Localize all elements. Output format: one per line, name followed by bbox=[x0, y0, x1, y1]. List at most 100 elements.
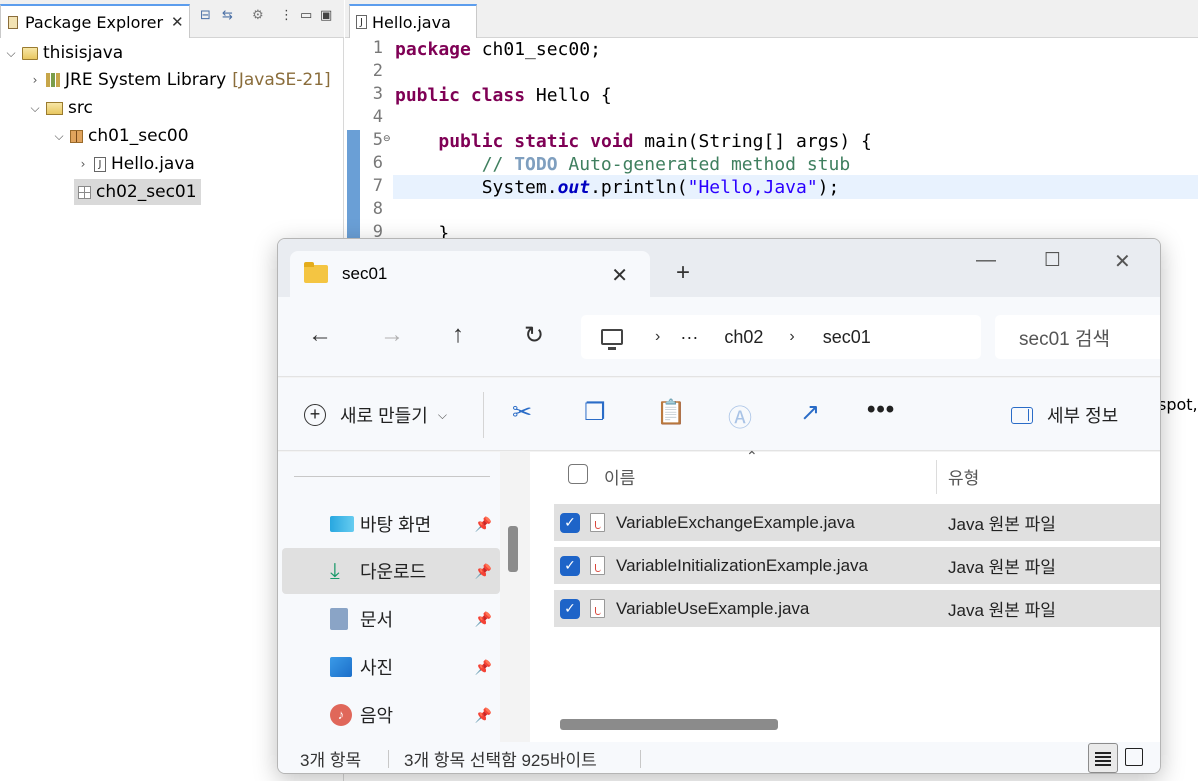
chevron-right-icon[interactable]: › bbox=[76, 157, 90, 171]
chevron-down-icon[interactable]: ⌵ bbox=[28, 101, 42, 116]
row-checkbox[interactable]: ✓ bbox=[560, 512, 580, 533]
paste-icon[interactable]: 📋 bbox=[656, 398, 686, 427]
file-row[interactable]: ✓ VariableInitializationExample.java Jav… bbox=[554, 547, 1160, 584]
back-arrow-icon[interactable]: ← bbox=[308, 321, 332, 349]
column-divider[interactable] bbox=[936, 460, 937, 494]
search-input[interactable]: sec01 검색 bbox=[995, 315, 1160, 359]
breadcrumb-sec01[interactable]: sec01 bbox=[823, 327, 871, 348]
editor-tabbar: J Hello.java bbox=[345, 0, 1198, 38]
package-icon bbox=[70, 129, 83, 143]
tiles-view-icon[interactable] bbox=[1125, 748, 1143, 766]
tree-item-label: Hello.java bbox=[111, 154, 195, 174]
details-view-icon[interactable] bbox=[1088, 743, 1118, 773]
copy-icon[interactable]: ❐ bbox=[584, 398, 606, 427]
row-checkbox[interactable]: ✓ bbox=[560, 598, 580, 619]
tab-hello-java[interactable]: J Hello.java bbox=[349, 4, 477, 38]
pin-icon[interactable]: 📌 bbox=[475, 659, 492, 676]
explorer-navbar: ← → ↑ ↻ › ··· ch02 › sec01 sec01 검색 bbox=[278, 297, 1160, 377]
tree-item-src[interactable]: ⌵ src bbox=[28, 95, 93, 121]
forward-arrow-icon[interactable]: → bbox=[380, 321, 404, 349]
editor-tab-label: Hello.java bbox=[372, 12, 451, 32]
chevron-right-icon[interactable]: › bbox=[28, 73, 42, 87]
select-all-checkbox[interactable] bbox=[568, 464, 588, 484]
pin-icon[interactable]: 📌 bbox=[475, 611, 492, 628]
pin-icon[interactable]: 📌 bbox=[475, 563, 492, 580]
new-button[interactable]: + 새로 만들기 ⌵ bbox=[304, 402, 447, 428]
explorer-tab-sec01[interactable]: sec01 ✕ bbox=[290, 251, 650, 297]
refresh-icon[interactable]: ↻ bbox=[524, 321, 544, 350]
link-with-editor-icon[interactable]: ⇆ bbox=[222, 8, 233, 23]
tree-item-label: JRE System Library bbox=[65, 70, 227, 90]
pin-icon[interactable]: 📌 bbox=[475, 516, 492, 533]
horizontal-scrollbar[interactable] bbox=[560, 719, 778, 730]
sidebar-scrollbar[interactable] bbox=[508, 526, 518, 572]
address-bar[interactable]: › ··· ch02 › sec01 bbox=[581, 315, 981, 359]
java-file-icon bbox=[590, 599, 605, 618]
up-arrow-icon[interactable]: ↑ bbox=[452, 321, 464, 349]
status-divider bbox=[388, 750, 389, 768]
file-type: Java 원본 파일 bbox=[948, 601, 1056, 620]
empty-package-icon bbox=[78, 185, 91, 199]
navigation-pane: 바탕 화면 📌 ⤓ 다운로드 📌 문서 📌 사진 📌 ♪ 음악 📌 bbox=[278, 452, 500, 742]
tree-item-package-ch01[interactable]: ⌵ ch01_sec00 bbox=[52, 123, 188, 149]
address-ellipsis[interactable]: ··· bbox=[680, 327, 698, 348]
more-options-icon[interactable]: ••• bbox=[867, 396, 895, 424]
details-button-label: 세부 정보 bbox=[1047, 406, 1119, 426]
collapse-all-icon[interactable]: ⊟ bbox=[200, 8, 211, 23]
filter-icon[interactable]: ⚙ bbox=[252, 8, 264, 23]
close-tab-icon[interactable]: ✕ bbox=[611, 263, 628, 288]
package-explorer-tab-label: Package Explorer bbox=[25, 12, 164, 32]
sidebar-item-desktop[interactable]: 바탕 화면 📌 bbox=[282, 501, 500, 547]
tree-item-jre[interactable]: › JRE System Library [JavaSE-21] bbox=[28, 67, 331, 93]
sidebar-item-pictures[interactable]: 사진 📌 bbox=[282, 644, 500, 690]
file-row[interactable]: ✓ VariableUseExample.java Java 원본 파일 bbox=[554, 590, 1160, 627]
plus-icon: + bbox=[304, 404, 326, 426]
close-window-icon[interactable]: ✕ bbox=[1114, 249, 1131, 274]
share-icon[interactable]: ↗ bbox=[800, 398, 820, 427]
view-menu-icon[interactable]: ⋮ bbox=[280, 8, 293, 23]
file-row[interactable]: ✓ VariableExchangeExample.java Java 원본 파… bbox=[554, 504, 1160, 541]
line-number: 5 bbox=[372, 130, 383, 150]
file-name: VariableInitializationExample.java bbox=[616, 555, 868, 575]
close-icon[interactable]: ✕ bbox=[171, 13, 184, 31]
chevron-down-icon[interactable]: ⌵ bbox=[4, 46, 18, 61]
fold-minus-icon[interactable]: ⊖ bbox=[383, 134, 391, 144]
file-type: Java 원본 파일 bbox=[948, 515, 1056, 534]
chevron-down-icon[interactable]: ⌵ bbox=[52, 129, 66, 144]
column-type[interactable]: 유형 bbox=[948, 464, 979, 489]
rename-icon[interactable]: Ⓐ bbox=[728, 398, 752, 433]
selection-info: 3개 항목 선택함 925바이트 bbox=[404, 751, 597, 770]
code-line-5: public static void main(String[] args) { bbox=[438, 131, 872, 152]
package-explorer-tab[interactable]: Package Explorer ✕ bbox=[0, 4, 190, 38]
package-explorer-tabbar: Package Explorer ✕ ⊟ ⇆ ⚙ ⋮ ▭ ▣ bbox=[0, 0, 344, 38]
sort-caret-icon: ⌃ bbox=[746, 448, 758, 464]
tree-item-hello-java[interactable]: › J Hello.java bbox=[76, 151, 195, 177]
maximize-window-icon[interactable]: ☐ bbox=[1044, 249, 1061, 272]
package-explorer-icon bbox=[7, 15, 19, 29]
column-name[interactable]: 이름 bbox=[604, 464, 635, 489]
sidebar-item-music[interactable]: ♪ 음악 📌 bbox=[282, 692, 500, 738]
tree-item-package-ch02[interactable]: ch02_sec01 bbox=[74, 179, 201, 205]
sidebar-item-label: 음악 bbox=[360, 706, 394, 726]
maximize-icon[interactable]: ▣ bbox=[320, 8, 332, 23]
row-checkbox[interactable]: ✓ bbox=[560, 555, 580, 576]
tree-item-label: src bbox=[68, 98, 93, 118]
sidebar-item-documents[interactable]: 문서 📌 bbox=[282, 596, 500, 642]
chevron-right-icon[interactable]: › bbox=[655, 328, 660, 346]
pin-icon[interactable]: 📌 bbox=[475, 707, 492, 724]
details-button[interactable]: 세부 정보 bbox=[1011, 402, 1118, 428]
cut-icon[interactable]: ✂ bbox=[512, 398, 532, 427]
sidebar-item-label: 다운로드 bbox=[360, 562, 427, 582]
project-folder-icon bbox=[22, 46, 38, 60]
new-tab-icon[interactable]: + bbox=[676, 259, 690, 287]
line-number: 6 bbox=[372, 153, 383, 173]
tree-item-project[interactable]: ⌵ thisisjava bbox=[4, 40, 123, 66]
file-list: ⌃ 이름 유형 ✓ VariableExchangeExample.java J… bbox=[530, 448, 1160, 742]
minimize-icon[interactable]: ▭ bbox=[300, 8, 312, 23]
minimize-window-icon[interactable]: — bbox=[976, 249, 996, 272]
sidebar-item-downloads[interactable]: ⤓ 다운로드 📌 bbox=[282, 548, 500, 594]
breadcrumb-ch02[interactable]: ch02 bbox=[724, 327, 763, 348]
code-line-7: System.out.println("Hello,Java"); bbox=[481, 177, 840, 198]
details-pane-icon bbox=[1011, 406, 1033, 424]
chevron-right-icon[interactable]: › bbox=[789, 328, 794, 346]
